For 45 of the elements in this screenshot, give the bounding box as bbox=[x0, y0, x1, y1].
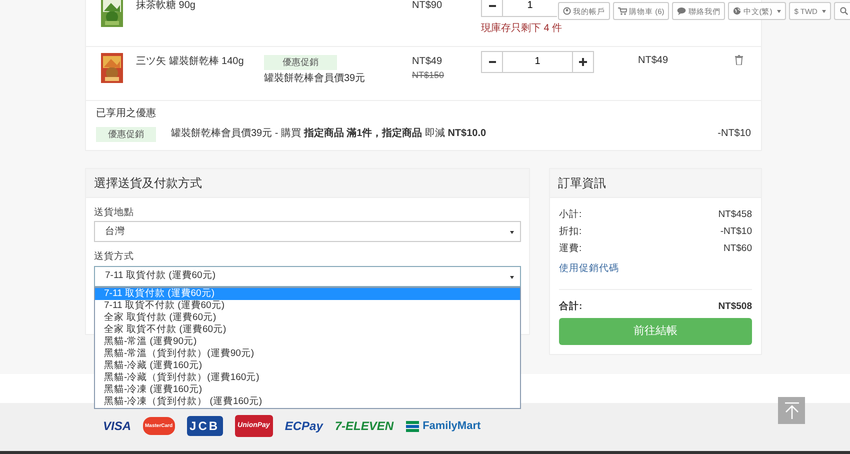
field-label: 送貨方式 bbox=[94, 251, 135, 263]
discount-description: 罐裝餅乾棒會員價39元 - 購買 指定商品 滿1件，指定商品 即減 NT$10.0 bbox=[171, 128, 488, 140]
stock-warning: 現庫存只剩下 4 件 bbox=[481, 23, 564, 35]
dropdown-option[interactable]: 黑貓-常溫（貨到付款）(運費90元) bbox=[95, 348, 520, 360]
quantity-stepper[interactable]: 1 bbox=[481, 0, 557, 17]
promo-text: 罐裝餅乾棒會員價39元 bbox=[264, 72, 366, 85]
dropdown-option[interactable]: 黑貓-冷藏（貨到付款）(運費160元) bbox=[95, 372, 520, 384]
product-name: 三ツ矢 罐裝餅乾棒 140g bbox=[136, 54, 245, 68]
jcb-logo: JCB bbox=[186, 416, 223, 436]
promo-tag: 優惠促銷 bbox=[96, 127, 156, 142]
quantity-field[interactable]: 1 bbox=[502, 52, 573, 72]
familymart-logo: FamilyMart bbox=[406, 420, 481, 433]
summary-value: NT$458 bbox=[718, 208, 752, 220]
summary-label: 運費: bbox=[559, 242, 582, 254]
dropdown-option[interactable]: 黑貓-冷凍（貨到付款） (運費160元) bbox=[95, 396, 520, 408]
product-name: 抹茶軟糖 90g bbox=[136, 0, 196, 12]
total-label: 合計: bbox=[559, 300, 582, 312]
ecpay-logo: ECPay bbox=[284, 419, 323, 434]
seven-eleven-logo: 7-ELEVEN bbox=[334, 419, 394, 434]
panel-title: 訂單資訊 bbox=[558, 176, 606, 190]
promo-tag: 優惠促銷 bbox=[264, 55, 337, 70]
shipping-method-select[interactable]: 7-11 取貨付款 (運費60元) bbox=[94, 266, 521, 287]
total-value: NT$508 bbox=[718, 300, 752, 312]
summary-label: 小計: bbox=[559, 208, 582, 220]
subtotal: NT$49 bbox=[638, 55, 668, 66]
location-select[interactable]: 台灣 bbox=[94, 221, 521, 242]
section-title: 已享用之優惠 bbox=[96, 108, 157, 120]
unit-price: NT$90 bbox=[412, 0, 444, 12]
quantity-stepper[interactable]: 1 bbox=[481, 51, 594, 73]
coupon-link[interactable]: 使用促銷代碼 bbox=[559, 262, 752, 290]
discount-amount: -NT$10 bbox=[718, 128, 751, 140]
field-label: 送貨地點 bbox=[94, 206, 135, 218]
summary-value: -NT$10 bbox=[720, 226, 752, 237]
panel-title: 選擇送貨及付款方式 bbox=[94, 176, 202, 190]
summary-label: 折扣: bbox=[559, 226, 582, 237]
dropdown-option[interactable]: 7-11 取貨不付款 (運費60元) bbox=[95, 300, 520, 312]
dropdown-option[interactable]: 黑貓-常溫 (運費90元) bbox=[95, 336, 520, 348]
visa-logo: VISA bbox=[103, 419, 132, 434]
original-price: NT$150 bbox=[412, 70, 446, 81]
summary-value: NT$60 bbox=[723, 242, 752, 254]
dropdown-option[interactable]: 全家 取貨不付款 (運費60元) bbox=[95, 324, 520, 336]
dropdown-option[interactable]: 全家 取貨付款 (運費60元) bbox=[95, 312, 520, 324]
dropdown-option[interactable]: 黑貓-冷凍 (運費160元) bbox=[95, 384, 520, 396]
dropdown-option[interactable]: 黑貓-冷藏 (運費160元) bbox=[95, 360, 520, 372]
unit-price: NT$49 bbox=[412, 56, 444, 68]
